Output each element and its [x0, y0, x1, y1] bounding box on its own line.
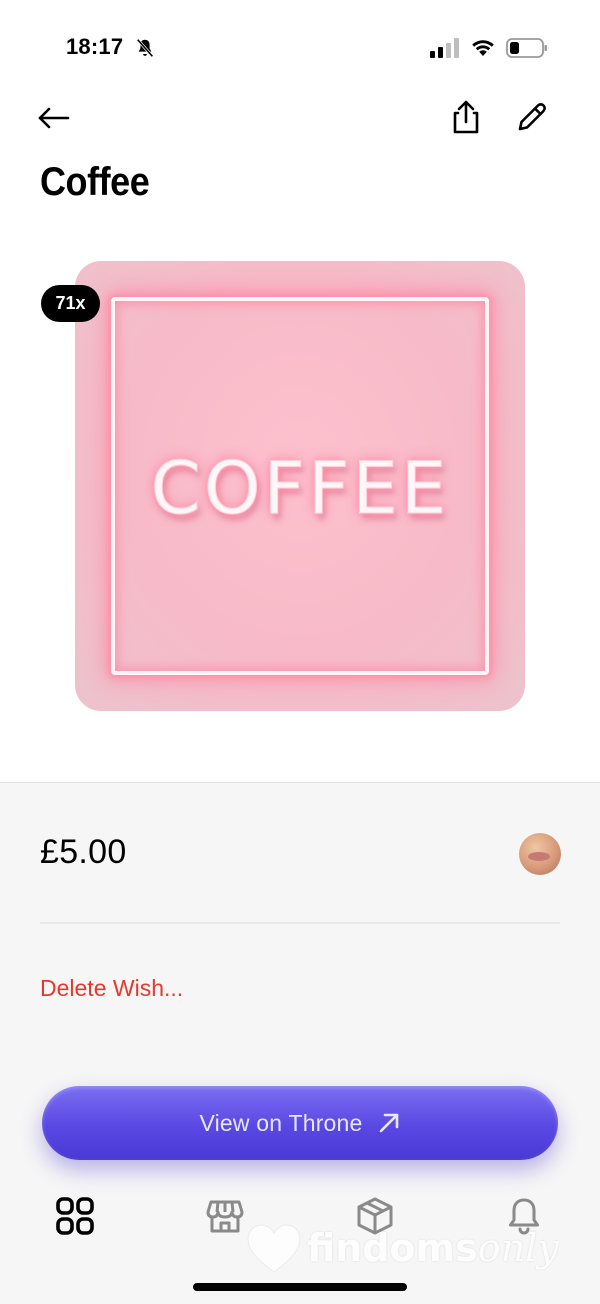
watermark-bold: findoms	[307, 1226, 478, 1270]
arrow-up-right-icon	[379, 1113, 398, 1133]
watermark-text: findomsonly	[307, 1226, 559, 1270]
back-arrow-icon[interactable]	[36, 100, 72, 136]
battery-icon	[506, 38, 547, 58]
grid-icon	[56, 1197, 94, 1235]
page-title: Coffee	[40, 160, 150, 204]
wish-image-text: COFFEE	[150, 446, 450, 531]
count-badge: 71x	[41, 285, 100, 322]
wish-image: COFFEE	[75, 261, 525, 711]
tab-home[interactable]	[53, 1194, 97, 1238]
wifi-icon	[472, 40, 494, 56]
edit-pencil-icon[interactable]	[514, 99, 550, 135]
bell-slash-icon	[136, 38, 154, 58]
home-indicator[interactable]	[193, 1283, 407, 1291]
heart-logo-icon	[247, 1224, 301, 1273]
watermark-script: only	[477, 1226, 559, 1270]
avatar-photo-detail	[528, 852, 550, 861]
watermark: findomsonly	[245, 1222, 595, 1280]
delete-wish-button[interactable]: Delete Wish...	[40, 975, 183, 1002]
tab-store[interactable]	[203, 1194, 247, 1238]
view-on-throne-button[interactable]: View on Throne	[42, 1086, 558, 1160]
wish-price: £5.00	[40, 833, 127, 871]
signal-icon	[430, 38, 459, 58]
avatar[interactable]	[519, 833, 561, 875]
view-on-throne-label: View on Throne	[199, 1109, 363, 1136]
storefront-icon	[206, 1200, 244, 1233]
status-time: 18:17	[66, 34, 124, 59]
status-bar: 18:17	[0, 0, 600, 96]
divider	[40, 922, 560, 924]
share-icon[interactable]	[448, 98, 484, 136]
